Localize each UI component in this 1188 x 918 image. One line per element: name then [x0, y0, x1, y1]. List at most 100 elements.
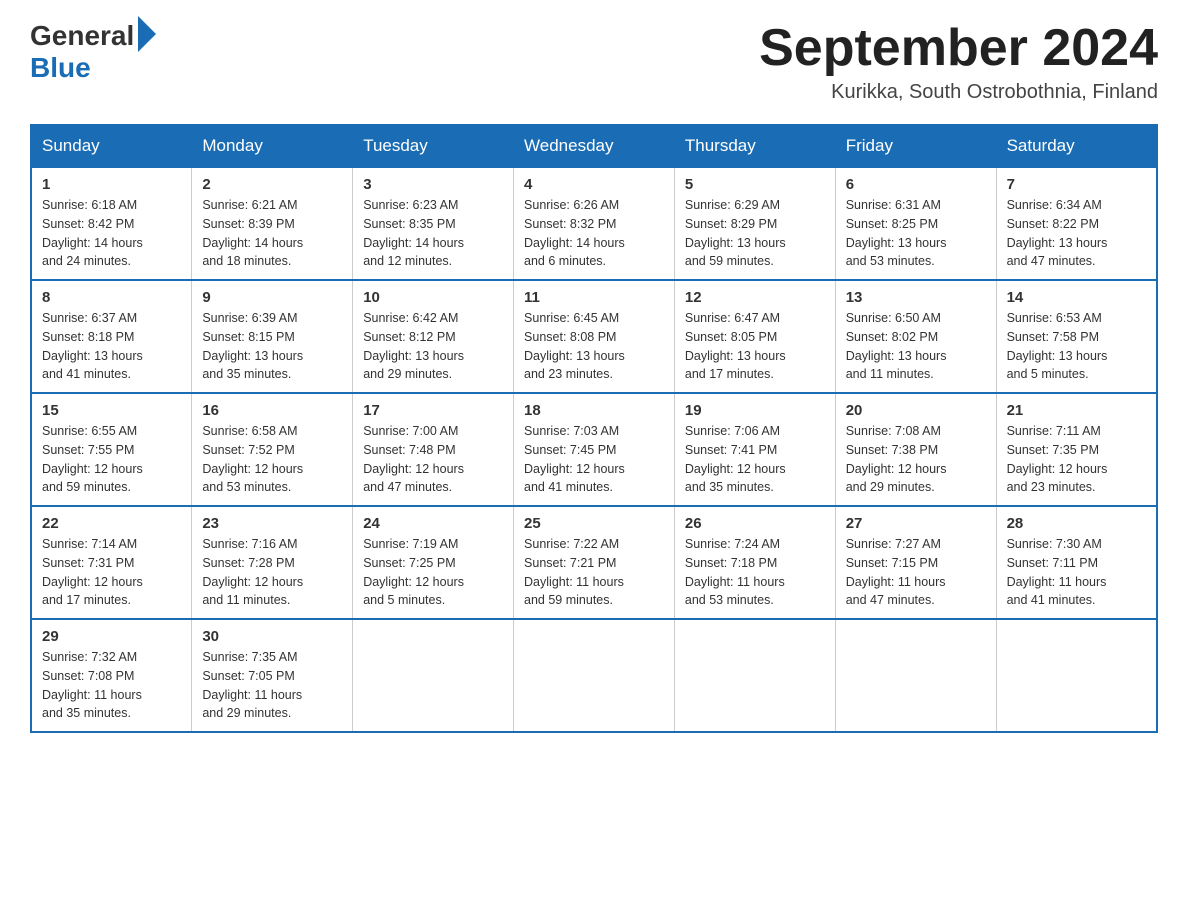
day-number: 19: [685, 402, 825, 419]
day-info: Sunrise: 6:37 AMSunset: 8:18 PMDaylight:…: [42, 309, 181, 384]
weekday-header-sunday: Sunday: [31, 125, 192, 167]
logo-blue-text: Blue: [30, 52, 91, 84]
calendar-body: 1Sunrise: 6:18 AMSunset: 8:42 PMDaylight…: [31, 167, 1157, 732]
day-number: 15: [42, 402, 181, 419]
day-info: Sunrise: 6:45 AMSunset: 8:08 PMDaylight:…: [524, 309, 664, 384]
calendar-cell: 13Sunrise: 6:50 AMSunset: 8:02 PMDayligh…: [835, 280, 996, 393]
calendar-cell: [353, 619, 514, 732]
calendar-cell: 29 Sunrise: 7:32 AMSunset: 7:08 PMDayligh…: [31, 619, 192, 732]
calendar-cell: 23Sunrise: 7:16 AMSunset: 7:28 PMDayligh…: [192, 506, 353, 619]
weekday-header-row: SundayMondayTuesdayWednesdayThursdayFrid…: [31, 125, 1157, 167]
day-info: Sunrise: 7:00 AMSunset: 7:48 PMDaylight:…: [363, 422, 503, 497]
calendar-week-row: 1Sunrise: 6:18 AMSunset: 8:42 PMDaylight…: [31, 167, 1157, 280]
calendar-cell: 2 Sunrise: 6:21 AMSunset: 8:39 PMDaylight…: [192, 167, 353, 280]
calendar-cell: 3Sunrise: 6:23 AMSunset: 8:35 PMDaylight…: [353, 167, 514, 280]
calendar-cell: 9 Sunrise: 6:39 AMSunset: 8:15 PMDaylight…: [192, 280, 353, 393]
calendar-cell: 27 Sunrise: 7:27 AMSunset: 7:15 PMDayligh…: [835, 506, 996, 619]
day-info: Sunrise: 6:55 AMSunset: 7:55 PMDaylight:…: [42, 422, 181, 497]
calendar-cell: 1Sunrise: 6:18 AMSunset: 8:42 PMDaylight…: [31, 167, 192, 280]
day-info: Sunrise: 7:11 AMSunset: 7:35 PMDaylight:…: [1007, 422, 1146, 497]
day-info: Sunrise: 6:50 AMSunset: 8:02 PMDaylight:…: [846, 309, 986, 384]
calendar-cell: 12Sunrise: 6:47 AMSunset: 8:05 PMDayligh…: [674, 280, 835, 393]
day-number: 26: [685, 515, 825, 532]
day-number: 17: [363, 402, 503, 419]
day-info: Sunrise: 7:30 AMSunset: 7:11 PMDaylight:…: [1007, 535, 1146, 610]
calendar-table: SundayMondayTuesdayWednesdayThursdayFrid…: [30, 124, 1158, 733]
day-info: Sunrise: 7:24 AMSunset: 7:18 PMDaylight:…: [685, 535, 825, 610]
day-number: 4: [524, 176, 664, 193]
day-info: Sunrise: 7:22 AMSunset: 7:21 PMDaylight:…: [524, 535, 664, 610]
day-number: 12: [685, 289, 825, 306]
day-number: 9: [202, 289, 342, 306]
calendar-cell: 8 Sunrise: 6:37 AMSunset: 8:18 PMDaylight…: [31, 280, 192, 393]
calendar-cell: 24Sunrise: 7:19 AMSunset: 7:25 PMDayligh…: [353, 506, 514, 619]
day-info: Sunrise: 7:35 AMSunset: 7:05 PMDaylight:…: [202, 648, 342, 723]
calendar-cell: 10Sunrise: 6:42 AMSunset: 8:12 PMDayligh…: [353, 280, 514, 393]
day-info: Sunrise: 7:06 AMSunset: 7:41 PMDaylight:…: [685, 422, 825, 497]
title-block: September 2024 Kurikka, South Ostrobothn…: [759, 20, 1158, 104]
calendar-week-row: 22 Sunrise: 7:14 AMSunset: 7:31 PMDayligh…: [31, 506, 1157, 619]
day-info: Sunrise: 6:29 AMSunset: 8:29 PMDaylight:…: [685, 196, 825, 271]
location-text: Kurikka, South Ostrobothnia, Finland: [759, 81, 1158, 104]
day-number: 16: [202, 402, 342, 419]
day-number: 27: [846, 515, 986, 532]
logo-triangle-icon: [138, 16, 156, 52]
calendar-cell: 22 Sunrise: 7:14 AMSunset: 7:31 PMDayligh…: [31, 506, 192, 619]
calendar-cell: [514, 619, 675, 732]
day-info: Sunrise: 6:23 AMSunset: 8:35 PMDaylight:…: [363, 196, 503, 271]
calendar-cell: 28Sunrise: 7:30 AMSunset: 7:11 PMDayligh…: [996, 506, 1157, 619]
calendar-week-row: 8 Sunrise: 6:37 AMSunset: 8:18 PMDaylight…: [31, 280, 1157, 393]
weekday-header-monday: Monday: [192, 125, 353, 167]
page-header: General Blue September 2024 Kurikka, Sou…: [30, 20, 1158, 104]
day-number: 7: [1007, 176, 1146, 193]
calendar-cell: 16 Sunrise: 6:58 AMSunset: 7:52 PMDayligh…: [192, 393, 353, 506]
day-number: 6: [846, 176, 986, 193]
day-number: 11: [524, 289, 664, 306]
calendar-cell: 14 Sunrise: 6:53 AMSunset: 7:58 PMDayligh…: [996, 280, 1157, 393]
day-number: 2: [202, 176, 342, 193]
day-info: Sunrise: 6:58 AMSunset: 7:52 PMDaylight:…: [202, 422, 342, 497]
day-number: 14: [1007, 289, 1146, 306]
calendar-week-row: 29 Sunrise: 7:32 AMSunset: 7:08 PMDayligh…: [31, 619, 1157, 732]
logo: General Blue: [30, 20, 156, 84]
weekday-header-thursday: Thursday: [674, 125, 835, 167]
calendar-cell: 18Sunrise: 7:03 AMSunset: 7:45 PMDayligh…: [514, 393, 675, 506]
day-info: Sunrise: 7:32 AMSunset: 7:08 PMDaylight:…: [42, 648, 181, 723]
weekday-header-wednesday: Wednesday: [514, 125, 675, 167]
day-number: 22: [42, 515, 181, 532]
day-number: 18: [524, 402, 664, 419]
calendar-cell: [674, 619, 835, 732]
day-info: Sunrise: 6:21 AMSunset: 8:39 PMDaylight:…: [202, 196, 342, 271]
day-info: Sunrise: 7:27 AMSunset: 7:15 PMDaylight:…: [846, 535, 986, 610]
day-number: 29: [42, 628, 181, 645]
calendar-cell: 6 Sunrise: 6:31 AMSunset: 8:25 PMDaylight…: [835, 167, 996, 280]
day-number: 24: [363, 515, 503, 532]
day-info: Sunrise: 6:39 AMSunset: 8:15 PMDaylight:…: [202, 309, 342, 384]
calendar-week-row: 15 Sunrise: 6:55 AMSunset: 7:55 PMDayligh…: [31, 393, 1157, 506]
day-number: 30: [202, 628, 342, 645]
day-number: 25: [524, 515, 664, 532]
calendar-cell: [996, 619, 1157, 732]
day-info: Sunrise: 6:34 AMSunset: 8:22 PMDaylight:…: [1007, 196, 1146, 271]
day-info: Sunrise: 7:08 AMSunset: 7:38 PMDaylight:…: [846, 422, 986, 497]
day-number: 21: [1007, 402, 1146, 419]
calendar-cell: 21 Sunrise: 7:11 AMSunset: 7:35 PMDayligh…: [996, 393, 1157, 506]
calendar-cell: 30 Sunrise: 7:35 AMSunset: 7:05 PMDayligh…: [192, 619, 353, 732]
weekday-header-tuesday: Tuesday: [353, 125, 514, 167]
calendar-cell: 5 Sunrise: 6:29 AMSunset: 8:29 PMDaylight…: [674, 167, 835, 280]
calendar-cell: 15 Sunrise: 6:55 AMSunset: 7:55 PMDayligh…: [31, 393, 192, 506]
calendar-cell: 19 Sunrise: 7:06 AMSunset: 7:41 PMDayligh…: [674, 393, 835, 506]
calendar-cell: 17 Sunrise: 7:00 AMSunset: 7:48 PMDayligh…: [353, 393, 514, 506]
day-info: Sunrise: 6:31 AMSunset: 8:25 PMDaylight:…: [846, 196, 986, 271]
day-number: 5: [685, 176, 825, 193]
calendar-cell: 11 Sunrise: 6:45 AMSunset: 8:08 PMDayligh…: [514, 280, 675, 393]
day-info: Sunrise: 6:26 AMSunset: 8:32 PMDaylight:…: [524, 196, 664, 271]
day-info: Sunrise: 6:53 AMSunset: 7:58 PMDaylight:…: [1007, 309, 1146, 384]
calendar-cell: [835, 619, 996, 732]
month-title: September 2024: [759, 20, 1158, 77]
day-number: 23: [202, 515, 342, 532]
day-number: 1: [42, 176, 181, 193]
day-info: Sunrise: 6:42 AMSunset: 8:12 PMDaylight:…: [363, 309, 503, 384]
day-info: Sunrise: 7:14 AMSunset: 7:31 PMDaylight:…: [42, 535, 181, 610]
day-number: 8: [42, 289, 181, 306]
